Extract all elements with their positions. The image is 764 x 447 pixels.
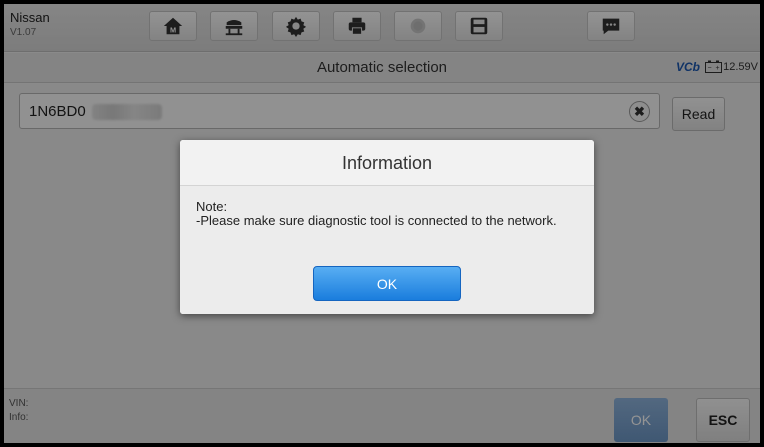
dialog-header: Information	[180, 140, 594, 186]
information-dialog: Information Note: -Please make sure diag…	[180, 140, 594, 314]
app-screen: Nissan V1.07 M Automatic selection VCb −…	[4, 4, 760, 443]
dialog-note-label: Note:	[196, 199, 228, 214]
dialog-title: Information	[341, 153, 433, 173]
dialog-message: -Please make sure diagnostic tool is con…	[196, 213, 557, 228]
dialog-ok-button[interactable]: OK	[313, 266, 461, 301]
dialog-body: Note: -Please make sure diagnostic tool …	[180, 186, 594, 314]
